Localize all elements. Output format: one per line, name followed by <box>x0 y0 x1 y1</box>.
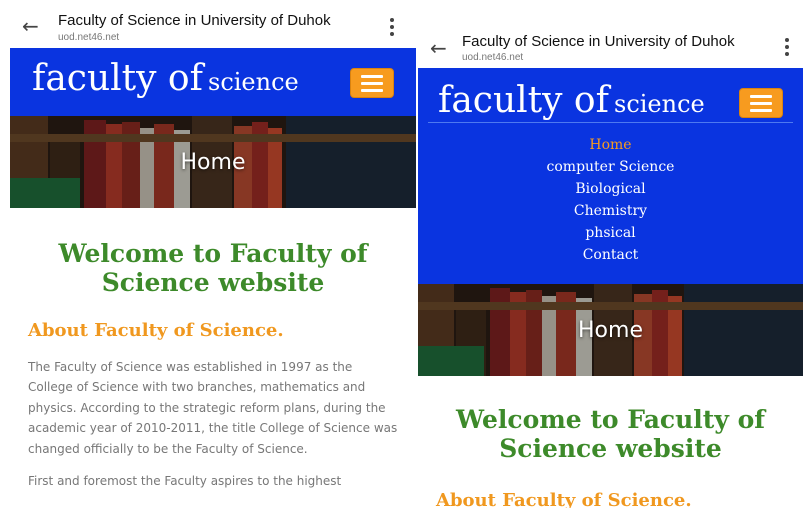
hero-banner: Home <box>10 116 416 208</box>
about-heading: About Faculty of Science. <box>436 489 692 508</box>
brand-text-main: faculty of <box>438 80 609 121</box>
nav-item-home[interactable]: Home <box>418 134 803 156</box>
site-header: faculty of science Home computer Science… <box>418 68 803 284</box>
hamburger-menu-icon[interactable] <box>739 88 783 118</box>
nav-menu: Home computer Science Biological Chemist… <box>418 134 803 266</box>
site-logo[interactable]: faculty of science <box>438 80 705 121</box>
nav-divider <box>428 122 793 123</box>
hero-banner: Home <box>418 284 803 376</box>
site-logo[interactable]: faculty of science <box>32 58 299 99</box>
page-url[interactable]: uod.net46.net <box>462 52 523 63</box>
hero-title: Home <box>578 318 643 343</box>
nav-item-contact[interactable]: Contact <box>418 244 803 266</box>
nav-item-physical[interactable]: phsical <box>418 222 803 244</box>
phone-screen-left: ← Faculty of Science in University of Du… <box>10 0 416 508</box>
browser-toolbar: ← Faculty of Science in University of Du… <box>418 0 803 68</box>
page-title: Faculty of Science in University of Duho… <box>462 33 735 50</box>
hamburger-menu-icon[interactable] <box>350 68 394 98</box>
about-paragraph-2: First and foremost the Faculty aspires t… <box>28 474 342 488</box>
about-paragraph: The Faculty of Science was established i… <box>28 359 398 456</box>
welcome-heading: Welcome to Faculty of Science website <box>58 239 368 297</box>
site-header: faculty of science <box>10 48 416 116</box>
nav-item-chemistry[interactable]: Chemistry <box>418 200 803 222</box>
main-content: Welcome to Faculty of Science website Ab… <box>10 208 416 492</box>
phone-screen-right: ← Faculty of Science in University of Du… <box>418 0 803 508</box>
page-url[interactable]: uod.net46.net <box>58 32 119 43</box>
brand-text-main: faculty of <box>32 58 203 99</box>
main-content: Welcome to Faculty of Science website Ab… <box>418 376 803 508</box>
nav-item-computer-science[interactable]: computer Science <box>418 156 803 178</box>
kebab-menu-icon[interactable] <box>785 38 789 56</box>
brand-text-sub: science <box>208 68 299 96</box>
hero-title: Home <box>180 150 246 175</box>
page-title: Faculty of Science in University of Duho… <box>58 12 331 29</box>
back-arrow-icon[interactable]: ← <box>430 38 447 58</box>
brand-text-sub: science <box>614 90 705 118</box>
browser-toolbar: ← Faculty of Science in University of Du… <box>10 0 416 48</box>
back-arrow-icon[interactable]: ← <box>22 16 39 36</box>
welcome-heading: Welcome to Faculty of Science website <box>455 405 765 463</box>
nav-item-biological[interactable]: Biological <box>418 178 803 200</box>
kebab-menu-icon[interactable] <box>390 18 394 36</box>
about-heading: About Faculty of Science. <box>28 319 284 341</box>
